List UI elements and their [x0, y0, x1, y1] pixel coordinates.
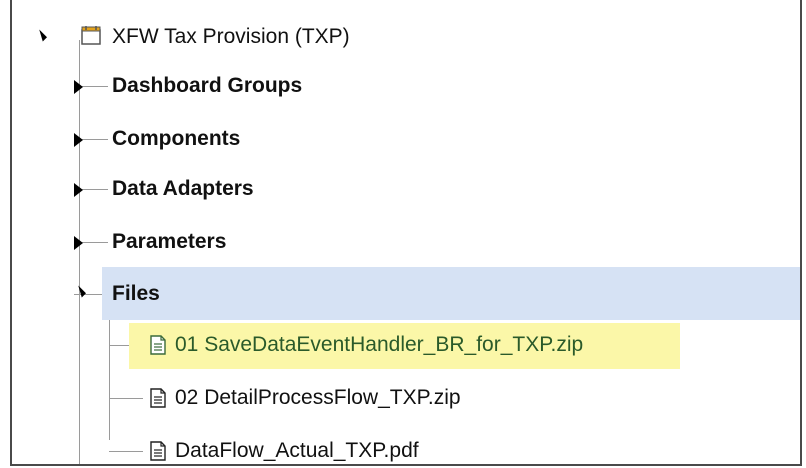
folder-icon	[81, 26, 101, 45]
tree-node-label: 02 DetailProcessFlow_TXP.zip	[175, 386, 461, 409]
tree-node-parameters[interactable]: Parameters	[12, 228, 792, 258]
tree-node-label: 01 SaveDataEventHandler_BR_for_TXP.zip	[175, 333, 584, 356]
tree-node-file[interactable]: 02 DetailProcessFlow_TXP.zip	[12, 384, 792, 414]
tree-node-dashboard-groups[interactable]: Dashboard Groups	[12, 72, 792, 102]
tree-node-label: Files	[112, 282, 160, 305]
tree-node-label: DataFlow_Actual_TXP.pdf	[175, 439, 419, 462]
expand-toggle-icon[interactable]	[74, 183, 83, 197]
tree-node-label: Parameters	[112, 230, 227, 253]
document-icon	[150, 388, 166, 408]
tree-node-file[interactable]: DataFlow_Actual_TXP.pdf	[12, 437, 792, 464]
tree-node-label: Dashboard Groups	[112, 74, 303, 97]
expand-toggle-icon[interactable]	[74, 133, 83, 147]
expand-toggle-icon[interactable]	[34, 29, 48, 42]
tree-node-data-adapters[interactable]: Data Adapters	[12, 175, 792, 205]
expand-toggle-icon[interactable]	[74, 80, 83, 94]
tree-node-files[interactable]: Files	[12, 280, 792, 310]
expand-toggle-icon[interactable]	[73, 285, 87, 298]
expand-toggle-icon[interactable]	[74, 236, 83, 250]
document-icon	[150, 335, 166, 355]
tree-node-label: XFW Tax Provision (TXP)	[112, 25, 350, 48]
tree-node-label: Data Adapters	[112, 177, 254, 200]
document-icon	[150, 441, 166, 461]
tree-node-label: Components	[112, 127, 241, 150]
tree-node-components[interactable]: Components	[12, 125, 792, 155]
tree-panel: XFW Tax Provision (TXP) Dashboard Groups…	[10, 0, 802, 466]
tree-node-file[interactable]: 01 SaveDataEventHandler_BR_for_TXP.zip	[12, 331, 792, 361]
